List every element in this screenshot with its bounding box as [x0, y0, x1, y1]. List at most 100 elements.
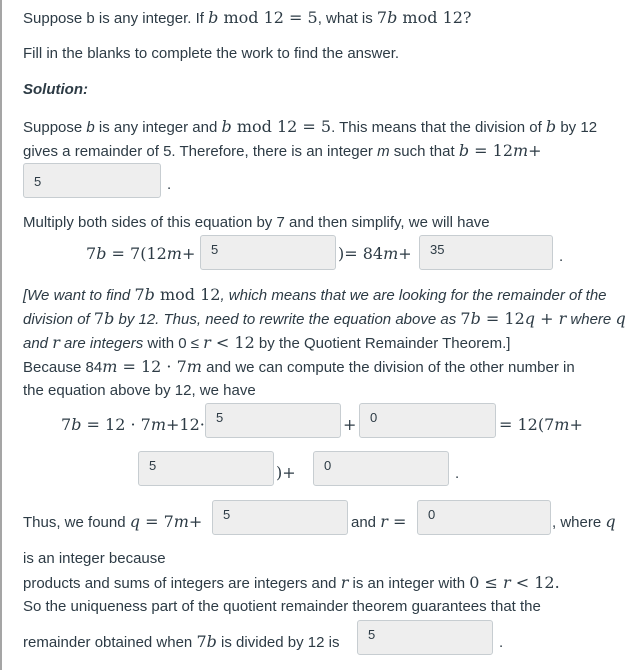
text: is an integer with: [348, 575, 470, 592]
text: Thus, we found: [23, 514, 130, 531]
math-var: b: [86, 119, 95, 136]
math-expr: 7: [61, 415, 72, 434]
step5-line1-left: Thus, we found q = 7m+: [23, 512, 202, 533]
answer-blank-7[interactable]: 0: [313, 451, 449, 486]
answer-blank-10[interactable]: 5: [357, 620, 493, 655]
text: . This means that the division of: [331, 119, 546, 136]
math-expr: +: [188, 512, 203, 531]
math-var: q: [615, 309, 626, 328]
answer-blank-4[interactable]: 5: [205, 403, 341, 438]
step5-line2: is an integer because: [23, 550, 166, 567]
text: by 12: [556, 119, 598, 136]
math-var: b: [144, 285, 155, 304]
math-var: b: [545, 117, 557, 136]
math-expr: 7: [134, 285, 145, 304]
math-expr: ?: [462, 8, 472, 27]
math-var: m: [186, 357, 202, 376]
math-expr: 7: [376, 8, 388, 27]
math-expr: +12·: [165, 415, 205, 434]
math-expr: )= 84: [338, 244, 384, 263]
math-var: r: [380, 512, 388, 531]
step3-line5: the equation above by 12, we have: [23, 382, 256, 399]
math-var: m: [554, 415, 570, 434]
math-var: m: [173, 512, 189, 531]
math-expr: 7: [196, 632, 207, 651]
math-var: b: [208, 8, 219, 27]
step1-line2: gives a remainder of 5. Therefore, there…: [23, 141, 542, 162]
answer-blank-3[interactable]: 35: [419, 235, 553, 270]
math-var: m: [383, 244, 399, 263]
math-expr: +: [398, 244, 412, 263]
math-expr: mod 12 = 5: [218, 8, 318, 27]
text: and: [351, 514, 381, 531]
answer-blank-2[interactable]: 5: [200, 235, 336, 270]
text: such that: [389, 143, 459, 160]
math-var: b: [71, 415, 82, 434]
text: are integers: [59, 335, 144, 352]
text: [We want to find: [23, 287, 135, 304]
text: products and sums of integers are intege…: [23, 575, 341, 592]
math-expr: +: [181, 244, 196, 263]
period: .: [559, 248, 564, 265]
math-var: b: [221, 117, 232, 136]
text: with 0 ≤: [143, 335, 204, 352]
math-var: b: [96, 244, 107, 263]
text: gives a remainder of 5. Therefore, there…: [23, 143, 378, 160]
period: .: [499, 634, 504, 651]
step1-line1: Suppose b is any integer and b mod 12 = …: [23, 117, 597, 138]
step2-intro: Multiply both sides of this equation by …: [23, 214, 490, 231]
math-var: r: [52, 333, 60, 352]
plus-sign: +: [343, 415, 357, 434]
step2-equation-left: 7b = 7(12m+: [86, 244, 195, 265]
answer-blank-1[interactable]: 5: [23, 163, 161, 198]
text: is divided by 12 is: [216, 634, 340, 651]
math-expr: =: [387, 512, 407, 531]
math-var: b: [470, 309, 481, 328]
math-expr: = 7(12: [106, 244, 167, 263]
text: remainder obtained when: [23, 634, 197, 651]
math-expr: 7: [93, 309, 105, 328]
math-var: r: [203, 333, 211, 352]
math-expr: 7: [86, 244, 97, 263]
period: .: [455, 465, 460, 482]
text: by the Quotient Remainder Theorem.]: [254, 335, 511, 352]
text: and: [23, 335, 53, 352]
math-expr: = 12 · 7: [117, 357, 187, 376]
close-paren-plus: )+: [276, 463, 296, 482]
left-border: [0, 0, 2, 670]
math-var: q: [605, 512, 616, 531]
math-expr: = 7: [139, 512, 174, 531]
math-expr: mod 12: [154, 285, 221, 304]
math-var: b: [206, 632, 217, 651]
step4-equation-right: = 12(7m+: [499, 415, 583, 436]
math-expr: mod 12: [397, 8, 463, 27]
math-expr: = 12: [480, 309, 525, 328]
step3-line2: division of 7b by 12. Thus, need to rewr…: [23, 309, 626, 330]
math-var: b: [458, 141, 470, 160]
step3-line4: Because 84m = 12 · 7m and we can compute…: [23, 357, 575, 378]
math-expr: 0 ≤: [469, 573, 504, 592]
text: division of: [23, 311, 94, 328]
period: .: [167, 176, 172, 193]
step3-line1: [We want to find 7b mod 12, which means …: [23, 285, 607, 306]
answer-blank-8[interactable]: 5: [212, 500, 348, 535]
math-expr: mod 12 = 5: [231, 117, 332, 136]
math-expr: = 12: [469, 141, 513, 160]
text: is any integer and: [94, 119, 222, 136]
math-expr: 7: [460, 309, 471, 328]
math-expr: +: [569, 415, 583, 434]
step5-line1-mid: and r =: [351, 512, 406, 533]
step3-line3: and r are integers with 0 ≤ r < 12 by th…: [23, 333, 510, 354]
math-var: q: [524, 309, 535, 328]
answer-blank-9[interactable]: 0: [417, 500, 551, 535]
text: and we can compute the division of the o…: [201, 359, 575, 376]
math-expr: +: [528, 141, 542, 160]
math-var: m: [102, 357, 118, 376]
question-text: Suppose b is any integer. If b mod 12 = …: [23, 8, 472, 29]
step5-line3: products and sums of integers are intege…: [23, 573, 560, 594]
answer-blank-5[interactable]: 0: [359, 403, 496, 438]
math-expr: = 12(7: [499, 415, 555, 434]
step4-equation-left: 7b = 12 · 7m+12·: [61, 415, 205, 436]
answer-blank-6[interactable]: 5: [138, 451, 274, 486]
question-text-part: , what is: [317, 10, 377, 27]
